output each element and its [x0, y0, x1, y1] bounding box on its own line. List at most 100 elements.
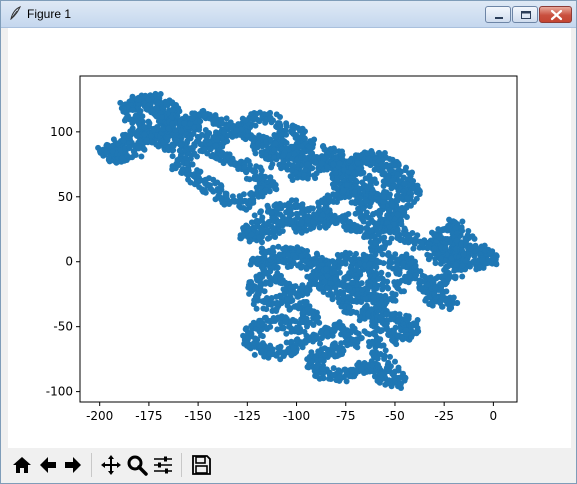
scatter-point	[204, 182, 211, 189]
scatter-point	[280, 325, 287, 332]
scatter-point	[342, 256, 349, 263]
back-button[interactable]	[36, 452, 60, 478]
scatter-point	[343, 273, 350, 280]
scatter-point	[270, 117, 276, 124]
scatter-point	[335, 294, 341, 301]
scatter-point	[243, 338, 250, 345]
scatter-point	[389, 177, 396, 184]
scatter-point	[329, 296, 336, 303]
x-tick-label: -150	[184, 409, 211, 423]
scatter-point	[385, 250, 392, 257]
scatter-point	[319, 365, 326, 372]
y-tick-label: 50	[58, 190, 73, 204]
x-tick-label: -175	[135, 409, 162, 423]
scatter-point	[450, 294, 457, 301]
forward-button[interactable]	[61, 452, 85, 478]
scatter-point	[380, 183, 387, 189]
home-button[interactable]	[10, 452, 34, 478]
zoom-button[interactable]	[125, 452, 149, 478]
scatter-point	[243, 169, 250, 176]
scatter-point	[378, 235, 385, 242]
figure-canvas[interactable]: -200 -175 -150 -125 -100 -75 -50 -25 0 -100 -50 0 5…	[8, 28, 571, 448]
scatter-point	[389, 311, 396, 318]
scatter-point	[290, 283, 297, 290]
x-tick-label: -200	[86, 409, 113, 423]
scatter-point	[378, 371, 385, 378]
save-button[interactable]	[189, 452, 213, 478]
scatter-plot[interactable]: -200 -175 -150 -125 -100 -75 -50 -25 0 -100 -50 0 5…	[8, 28, 571, 448]
scatter-point	[135, 144, 142, 151]
scatter-point	[431, 245, 438, 252]
scatter-point	[288, 211, 295, 218]
maximize-button[interactable]	[512, 6, 538, 23]
scatter-point	[346, 157, 353, 164]
scatter-point	[459, 227, 466, 234]
scatter-point	[336, 160, 343, 167]
scatter-point	[248, 190, 255, 196]
scatter-point	[304, 161, 311, 168]
scatter-point	[356, 268, 363, 275]
scatter-point	[371, 373, 378, 380]
scatter-point	[155, 99, 162, 106]
scatter-point	[235, 121, 242, 128]
scatter-point	[240, 233, 246, 240]
close-button[interactable]	[539, 6, 572, 23]
scatter-point	[324, 285, 331, 291]
scatter-point	[470, 258, 477, 265]
scatter-point	[240, 205, 247, 211]
scatter-point	[253, 276, 260, 283]
scatter-point	[343, 378, 350, 385]
scatter-point	[201, 112, 208, 119]
scatter-point	[249, 143, 256, 150]
scatter-point	[272, 134, 279, 140]
home-icon	[13, 457, 31, 473]
scatter-point	[311, 281, 318, 287]
x-axis: -200 -175 -150 -125 -100 -75 -50 -25 0	[86, 402, 497, 423]
scatter-point	[380, 198, 387, 205]
scatter-point	[392, 358, 398, 365]
scatter-point	[403, 312, 410, 319]
scatter-point	[387, 353, 393, 360]
scatter-point	[288, 218, 295, 225]
scatter-point	[490, 255, 497, 262]
scatter-point	[402, 375, 409, 381]
x-tick-label: -100	[283, 409, 310, 423]
scatter-point	[344, 182, 350, 188]
scatter-point	[363, 198, 370, 205]
scatter-point	[267, 268, 274, 275]
scatter-point	[315, 314, 322, 321]
scatter-point	[154, 124, 161, 130]
arrow-right-icon	[65, 457, 81, 473]
scatter-point	[380, 260, 387, 267]
scatter-point	[367, 239, 374, 246]
scatter-point	[340, 187, 347, 194]
scatter-point	[459, 273, 466, 280]
configure-subplots-button[interactable]	[151, 452, 175, 478]
scatter-point	[426, 301, 433, 308]
minimize-button[interactable]	[485, 6, 511, 23]
scatter-point	[218, 119, 225, 126]
scatter-point	[375, 341, 382, 348]
title-bar[interactable]: Figure 1	[1, 1, 576, 28]
scatter-point	[143, 137, 150, 144]
scatter-point	[404, 194, 411, 201]
pan-button[interactable]	[99, 452, 123, 478]
scatter-point	[270, 249, 277, 255]
scatter-point	[136, 137, 143, 144]
scatter-point	[277, 114, 283, 120]
scatter-point	[258, 189, 265, 196]
scatter-point	[176, 147, 183, 154]
scatter-point	[259, 320, 266, 327]
scatter-point	[379, 327, 386, 334]
x-tick-label: -75	[336, 409, 356, 423]
scatter-point	[189, 115, 196, 122]
scatter-point	[382, 347, 389, 354]
scatter-point	[284, 296, 291, 303]
scatter-point	[303, 227, 310, 234]
scatter-point	[221, 201, 228, 208]
scatter-points	[95, 90, 500, 391]
scatter-point	[181, 120, 188, 127]
scatter-point	[277, 356, 284, 363]
scatter-point	[271, 146, 277, 153]
scatter-point	[452, 267, 458, 273]
